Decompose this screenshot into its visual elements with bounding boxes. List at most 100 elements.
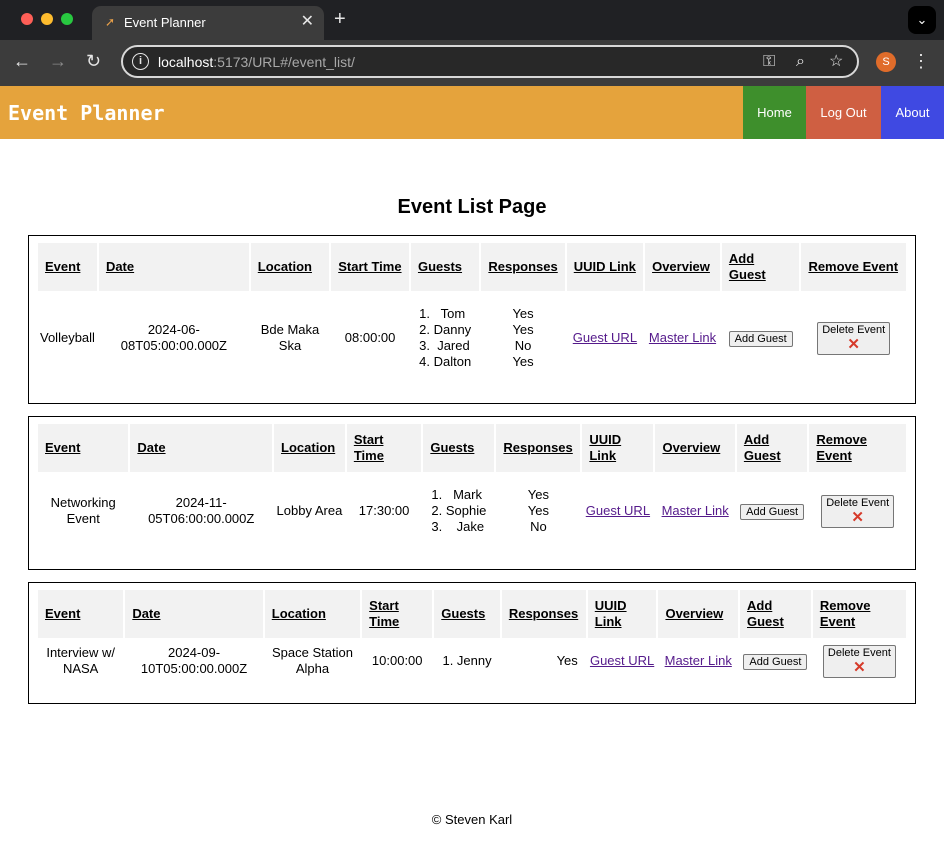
master-link[interactable]: Master Link	[665, 653, 732, 668]
guest-item: 2. Sophie	[431, 503, 487, 518]
col-uuid-link: UUID Link	[587, 590, 657, 638]
event-card: Event Date Location Start Time Guests Re…	[28, 582, 916, 704]
tab-title: Event Planner	[124, 15, 206, 30]
response-item: Yes	[527, 487, 549, 502]
more-menu-icon[interactable]: ⋮	[912, 50, 930, 72]
event-table: Event Date Location Start Time Guests Re…	[36, 243, 908, 385]
app-header: Event Planner Home Log Out About	[0, 86, 944, 139]
add-guest-button[interactable]: Add Guest	[728, 330, 793, 347]
col-responses: Responses	[501, 590, 586, 638]
remove-event-cell: Delete Event ✕	[801, 291, 906, 385]
url-host: localhost	[158, 54, 214, 70]
chevron-down-icon[interactable]: ⌄	[908, 6, 936, 34]
key-icon[interactable]: ⚿	[763, 51, 775, 73]
table-header-row: Event Date Location Start Time Guests Re…	[38, 243, 906, 291]
response-item: No	[530, 519, 547, 534]
back-arrow-icon[interactable]: ←	[13, 50, 31, 72]
browser-tab[interactable]: ➚ Event Planner ✕	[92, 6, 324, 40]
col-remove-event: Remove Event	[812, 590, 906, 638]
guest-list: 1. Tom 2. Danny 3. Jared 4. Dalton	[419, 306, 471, 370]
response-item: Yes	[527, 503, 549, 518]
col-responses: Responses	[496, 424, 581, 472]
col-location: Location	[274, 424, 345, 472]
guest-url-link[interactable]: Guest URL	[573, 330, 637, 345]
guest-item: 3. Jake	[431, 519, 485, 534]
event-card: Event Date Location Start Time Guests Re…	[28, 416, 916, 570]
url-path: :5173/URL#/event_list/	[213, 54, 355, 70]
event-date: 2024-09-10T05:00:00.000Z	[140, 645, 248, 676]
col-add-guest: Add Guest	[721, 243, 800, 291]
master-link[interactable]: Master Link	[649, 330, 716, 345]
guest-item: 4. Dalton	[419, 354, 472, 369]
col-event: Event	[38, 424, 129, 472]
close-window-button[interactable]	[21, 13, 33, 25]
table-header-row: Event Date Location Start Time Guests Re…	[38, 424, 906, 472]
event-card: Event Date Location Start Time Guests Re…	[28, 235, 916, 404]
col-start-time: Start Time	[346, 424, 422, 472]
event-start-time: 08:00:00	[344, 330, 396, 345]
event-start-time: 17:30:00	[358, 503, 410, 518]
guest-item: 1. Tom	[419, 306, 466, 321]
guest-list: 1. Mark 2. Sophie 3. Jake	[431, 487, 486, 535]
response-list-cell: Yes Yes No Yes	[481, 291, 564, 385]
table-header-row: Event Date Location Start Time Guests Re…	[38, 590, 906, 638]
address-bar[interactable]: i localhost:5173/URL#/event_list/ ⚿ ⌕ ☆	[121, 45, 859, 78]
col-responses: Responses	[481, 243, 565, 291]
delete-event-button[interactable]: Delete Event ✕	[822, 644, 896, 678]
delete-event-button[interactable]: Delete Event ✕	[817, 321, 891, 355]
nav-about-link[interactable]: About	[881, 86, 944, 139]
zoom-icon[interactable]: ⌕	[796, 51, 805, 73]
add-guest-button[interactable]: Add Guest	[740, 503, 805, 520]
forward-arrow-icon[interactable]: →	[49, 50, 67, 72]
footer-copyright: © Steven Karl	[431, 812, 513, 827]
new-tab-icon[interactable]: +	[334, 8, 346, 30]
overview-cell: Master Link	[645, 291, 720, 385]
table-row: Volleyball 2024-06-08T05:00:00.000Z Bde …	[38, 291, 906, 385]
table-row: Interview w/ NASA 2024-09-10T05:00:00.00…	[38, 638, 906, 684]
master-link[interactable]: Master Link	[662, 503, 729, 518]
delete-event-label: Delete Event	[822, 324, 886, 336]
star-icon[interactable]: ☆	[829, 51, 843, 73]
overview-cell: Master Link	[658, 638, 738, 684]
add-guest-cell: Add Guest	[737, 472, 808, 550]
response-list-cell: Yes	[502, 638, 586, 684]
response-item: Yes	[512, 322, 534, 337]
close-icon: ✕	[847, 336, 860, 353]
uuid-link-cell: Guest URL	[582, 472, 653, 550]
guest-item: 1. Jenny	[442, 653, 492, 668]
col-event: Event	[38, 243, 97, 291]
minimize-window-button[interactable]	[41, 13, 53, 25]
url-text[interactable]: localhost:5173/URL#/event_list/	[158, 54, 355, 70]
profile-avatar[interactable]: S	[876, 52, 896, 72]
event-date: 2024-06-08T05:00:00.000Z	[120, 322, 227, 353]
response-list: Yes Yes No	[528, 487, 549, 535]
event-start-time: 10:00:00	[371, 653, 423, 668]
guest-list-cell: 1. Jenny	[434, 638, 500, 684]
guest-url-link[interactable]: Guest URL	[586, 503, 650, 518]
overview-cell: Master Link	[655, 472, 734, 550]
event-location: Lobby Area	[276, 503, 343, 518]
col-add-guest: Add Guest	[736, 424, 808, 472]
maximize-window-button[interactable]	[61, 13, 73, 25]
event-name: Volleyball	[40, 330, 95, 345]
response-list: Yes Yes No Yes	[512, 306, 533, 370]
guest-list: 1. Jenny	[442, 653, 491, 669]
event-name: Interview w/ NASA	[46, 645, 115, 676]
guest-url-link[interactable]: Guest URL	[590, 653, 654, 668]
delete-event-button[interactable]: Delete Event ✕	[821, 494, 895, 528]
col-uuid-link: UUID Link	[582, 424, 654, 472]
site-info-icon[interactable]: i	[132, 53, 149, 70]
col-date: Date	[98, 243, 249, 291]
browser-chrome: ➚ Event Planner ✕ + ⌄ ← → ↻ i localhost:…	[0, 0, 944, 86]
event-name: Networking Event	[50, 495, 116, 526]
uuid-link-cell: Guest URL	[588, 638, 657, 684]
add-guest-button[interactable]: Add Guest	[743, 653, 808, 670]
reload-icon[interactable]: ↻	[86, 50, 101, 72]
guest-item: 2. Danny	[419, 322, 472, 337]
response-item: No	[514, 338, 532, 353]
col-event: Event	[38, 590, 124, 638]
nav-home-link[interactable]: Home	[743, 86, 806, 139]
nav-logout-link[interactable]: Log Out	[806, 86, 881, 139]
close-tab-icon[interactable]: ✕	[301, 12, 314, 32]
col-date: Date	[125, 590, 263, 638]
